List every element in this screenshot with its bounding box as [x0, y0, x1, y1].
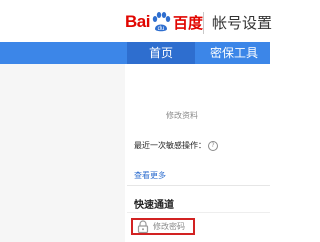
- baidu-logo[interactable]: Bai du 百度: [125, 10, 203, 34]
- tab-security-tools[interactable]: 密保工具: [198, 42, 270, 64]
- logo-bai-text: Bai: [125, 12, 150, 31]
- last-sensitive-operation: 最近一次敏感操作：?: [134, 140, 218, 151]
- help-icon[interactable]: ?: [208, 140, 218, 151]
- logo-du-text: du: [158, 26, 165, 32]
- left-panel: [0, 64, 125, 242]
- main-nav: 首页 密保工具: [0, 42, 270, 64]
- edit-profile-link[interactable]: 修改资料: [166, 110, 198, 121]
- section-divider-2: [127, 212, 270, 213]
- last-sensitive-label: 最近一次敏感操作：: [134, 141, 206, 150]
- change-password-label: 修改密码: [153, 222, 185, 231]
- header: Bai du 百度 帐号设置: [0, 0, 273, 42]
- lock-icon: [137, 220, 149, 233]
- paw-icon: du: [152, 12, 171, 32]
- view-more-link[interactable]: 查看更多: [134, 170, 166, 181]
- right-panel: [127, 64, 270, 242]
- section-divider: [127, 185, 270, 186]
- logo-cn-text: 百度: [172, 13, 203, 32]
- page-title: 帐号设置: [212, 14, 273, 32]
- tab-home[interactable]: 首页: [127, 42, 195, 64]
- change-password-button[interactable]: 修改密码: [131, 218, 195, 235]
- quick-access-title: 快速通道: [134, 200, 174, 211]
- header-divider: [203, 12, 204, 34]
